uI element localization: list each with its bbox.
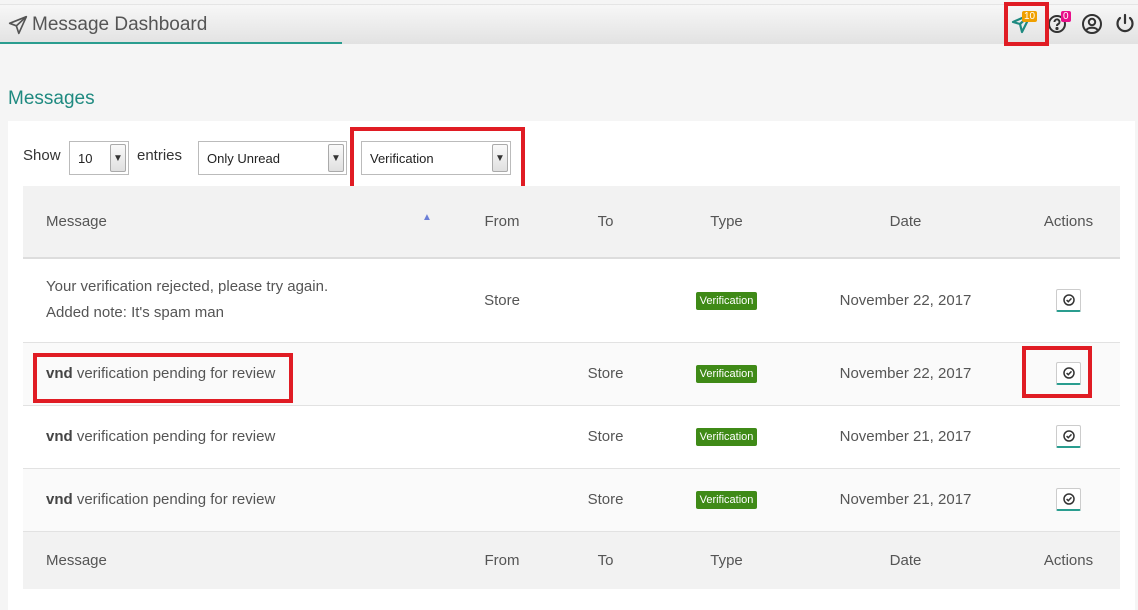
column-header-type[interactable]: Type [659,186,794,258]
check-circle-icon [1062,294,1075,306]
to-cell [552,258,659,342]
type-badge: Verification [695,491,758,509]
table-row: vnd verification pending for review Stor… [23,342,1120,405]
footer-message: Message [46,551,107,569]
table-row: vnd verification pending for review Stor… [23,468,1120,531]
sort-ascending-icon[interactable]: ▲ [422,212,432,223]
type-badge: Verification [695,428,758,446]
actions-cell [1017,468,1120,531]
chevron-down-icon: ▼ [328,144,344,172]
header-active-underline [0,42,342,44]
paper-plane-icon [8,15,28,35]
date-cell: November 22, 2017 [839,291,972,309]
brand[interactable]: Message Dashboard [8,14,207,36]
help-button[interactable]: 0 [1045,11,1071,37]
sender-name: vnd [46,364,73,382]
power-icon [1116,13,1134,33]
to-cell: Store [587,428,624,445]
column-header-message[interactable]: Message [23,186,452,258]
type-badge: Verification [695,291,758,310]
message-cell[interactable]: vnd verification pending for review [23,342,452,405]
type-cell: Verification [659,468,794,531]
table-row: vnd verification pending for review Stor… [23,405,1120,468]
entries-value: 10 [78,150,93,166]
mark-read-button[interactable] [1056,425,1081,448]
footer-date: Date [889,551,922,569]
sender-name: vnd [46,427,73,445]
type-cell: Verification [659,405,794,468]
date-cell: November 21, 2017 [839,428,972,445]
mark-read-button[interactable] [1056,288,1081,312]
top-header: Message Dashboard 10 0 [0,4,1138,44]
user-icon [1082,14,1102,34]
message-text: verification pending for review [72,427,276,445]
app-title: Message Dashboard [32,14,208,35]
entries-select[interactable]: 10 ▼ [69,141,129,175]
table-row: Your verification rejected, please try a… [23,258,1120,342]
from-cell [452,342,552,405]
date-cell: November 22, 2017 [839,365,972,382]
footer-from: From [484,551,520,569]
entries-label: entries [137,147,183,164]
footer-type: Type [710,551,743,569]
message-text: verification pending for review [72,490,276,508]
profile-button[interactable] [1080,11,1106,37]
to-cell: Store [587,491,624,508]
date-cell: November 21, 2017 [839,491,972,508]
message-cell[interactable]: vnd verification pending for review [23,405,452,468]
message-text: verification pending for review [72,364,276,382]
check-circle-icon [1062,430,1075,442]
section-title: Messages [8,88,95,109]
table-footer-row: Message From To Type Date Actions [23,531,1120,589]
check-circle-icon [1062,493,1075,505]
read-filter-value: Only Unread [207,150,280,166]
message-cell[interactable]: Your verification rejected, please try a… [23,258,452,342]
notifications-button[interactable]: 10 [1010,11,1038,37]
notifications-badge: 10 [1022,11,1038,22]
actions-cell [1017,342,1120,405]
read-filter-select[interactable]: Only Unread ▼ [198,141,347,175]
chevron-down-icon: ▼ [110,144,126,172]
footer-to: To [597,551,614,569]
type-filter-select[interactable]: Verification ▼ [361,141,511,175]
from-cell: Store [484,291,520,309]
footer-actions: Actions [1043,551,1094,569]
chevron-down-icon: ▼ [492,144,508,172]
show-label: Show [23,147,61,164]
type-filter-value: Verification [370,150,434,166]
column-header-to[interactable]: To [552,186,659,258]
type-badge: Verification [695,365,758,383]
type-cell: Verification [659,258,794,342]
help-badge: 0 [1061,11,1071,22]
sender-name: vnd [46,490,73,508]
column-header-date[interactable]: Date [794,186,1017,258]
logout-button[interactable] [1113,11,1138,37]
column-header-actions: Actions [1043,213,1094,230]
mark-read-button[interactable] [1056,488,1081,511]
column-header-from[interactable]: From [452,186,552,258]
type-cell: Verification [659,342,794,405]
actions-cell [1017,258,1120,342]
mark-read-button[interactable] [1056,362,1081,385]
to-cell: Store [587,365,624,382]
check-circle-icon [1062,367,1075,379]
from-cell [452,468,552,531]
from-cell [452,405,552,468]
actions-cell [1017,405,1120,468]
message-cell[interactable]: vnd verification pending for review [23,468,452,531]
message-text: Your verification rejected, please try a… [46,278,329,296]
message-note: Added note: It's spam man [46,304,224,322]
table-header-row: Message From To Type Date Actions [23,186,1120,258]
messages-table: Message From To Type Date Actions Your v… [23,186,1120,589]
